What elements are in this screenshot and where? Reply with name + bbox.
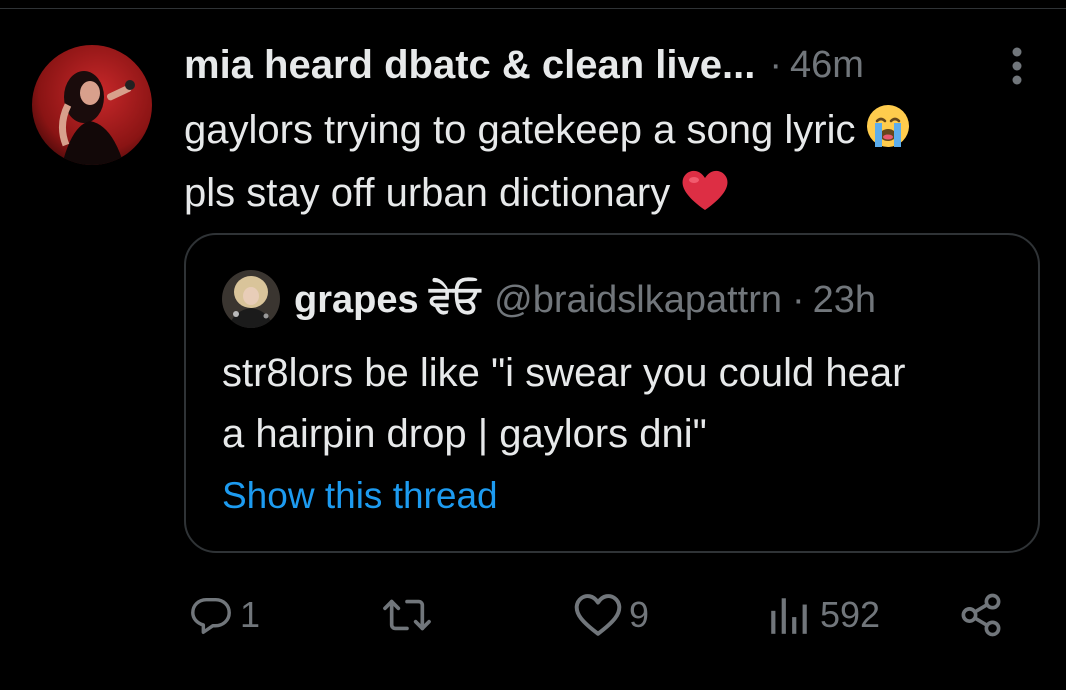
loudly-crying-face-icon (865, 103, 911, 165)
quoted-text-line-2: a hairpin drop | gaylors dni" (222, 412, 707, 456)
quoted-header-separator: · (792, 278, 805, 321)
quoted-author-avatar[interactable] (222, 270, 280, 328)
heart-icon (573, 592, 623, 638)
share-button[interactable] (958, 585, 1004, 645)
like-button[interactable]: 9 (573, 585, 649, 645)
quoted-tweet-header: grapes ਵੇਓ @braidslkapattrn · 23h (294, 275, 876, 325)
reply-count: 1 (240, 594, 261, 635)
quoted-tweet-card[interactable]: grapes ਵੇਓ @braidslkapattrn · 23h str8lo… (184, 233, 1040, 553)
tweet-text-line-2: pls stay off urban dictionary (184, 165, 1034, 228)
like-count: 9 (629, 594, 650, 635)
share-icon (958, 592, 1004, 638)
tweet-text-line-1-content: gaylors trying to gatekeep a song lyric (184, 108, 856, 152)
header-separator: · (769, 43, 782, 86)
top-divider (0, 8, 1066, 9)
quoted-tweet-text: str8lors be like "i swear you could hear… (222, 343, 1022, 465)
retweet-button[interactable] (382, 585, 432, 645)
tweet-action-bar: 1 9 592 (0, 585, 1066, 645)
view-count: 592 (820, 594, 881, 635)
views-button[interactable]: 592 (768, 585, 880, 645)
retweet-icon (382, 592, 432, 638)
quoted-author-handle[interactable]: @braidslkapattrn (494, 279, 782, 322)
quoted-author-display-name[interactable]: grapes ਵੇਓ (294, 279, 480, 322)
show-this-thread-link[interactable]: Show this thread (222, 475, 498, 517)
more-options-icon[interactable] (1002, 44, 1032, 88)
quoted-tweet-timestamp[interactable]: 23h (813, 279, 876, 322)
tweet-text: gaylors trying to gatekeep a song lyric … (184, 102, 1034, 228)
reply-icon (188, 592, 234, 638)
author-avatar[interactable] (32, 45, 152, 165)
quoted-text-line-1: str8lors be like "i swear you could hear (222, 351, 906, 395)
analytics-icon (768, 592, 810, 638)
tweet-text-line-2-content: pls stay off urban dictionary (184, 171, 671, 215)
tweet-timestamp[interactable]: 46m (790, 44, 864, 87)
tweet-header: mia heard dbatc & clean live... · 46m (184, 40, 864, 90)
reply-button[interactable]: 1 (188, 585, 260, 645)
red-heart-icon (680, 168, 730, 228)
author-display-name[interactable]: mia heard dbatc & clean live... (184, 43, 755, 88)
tweet-text-line-1: gaylors trying to gatekeep a song lyric (184, 102, 1034, 165)
